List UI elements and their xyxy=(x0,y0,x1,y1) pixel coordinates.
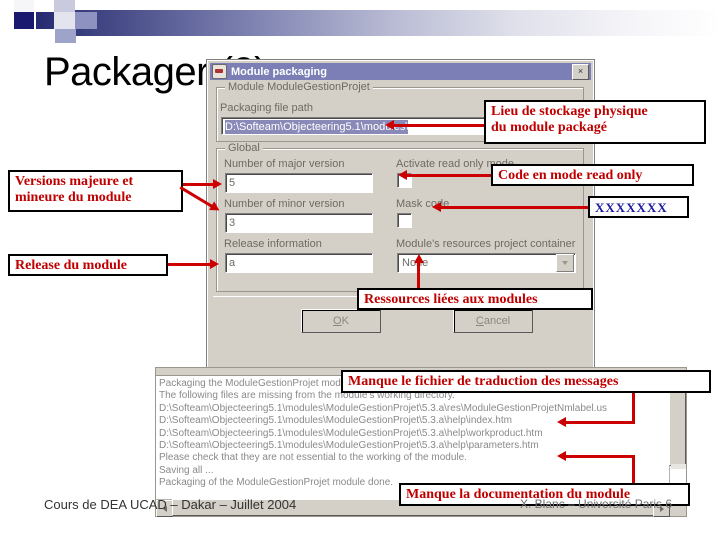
arrow-doc-head xyxy=(557,451,566,461)
arrow-translation-vline xyxy=(632,393,635,424)
ok-accel: O xyxy=(333,315,342,327)
major-version-label: Number of major version xyxy=(224,158,345,170)
vertical-scrollbar-track[interactable] xyxy=(671,464,686,469)
arrow-release-head xyxy=(210,259,219,269)
packaging-path-label: Packaging file path xyxy=(220,102,313,114)
log-line: Saving all ... xyxy=(159,464,214,476)
release-information-input[interactable]: a xyxy=(225,253,373,273)
ok-label-rest: K xyxy=(341,315,349,327)
arrow-resources-head xyxy=(414,254,424,263)
deco-square xyxy=(14,29,34,43)
arrow-read-only-head xyxy=(398,170,407,180)
footer-right-text: X. Blanc – Université Paris 6 xyxy=(520,497,673,511)
callout-storage-line1: Lieu de stockage physique xyxy=(491,104,648,119)
deco-square xyxy=(34,0,54,12)
footer-left-text: Cours de DEA UCAD – Dakar – Juillet 2004 xyxy=(44,497,297,512)
arrow-storage-head xyxy=(385,120,394,130)
ok-button[interactable]: OK xyxy=(301,309,381,333)
arrow-major-head xyxy=(213,179,222,189)
major-version-input[interactable]: 5 xyxy=(225,173,373,193)
log-text: Packaging the ModuleGestionProjet module… xyxy=(159,378,669,500)
module-group-legend: Module ModuleGestionProjet xyxy=(225,81,373,93)
deco-square xyxy=(14,0,34,12)
deco-square-dark xyxy=(14,12,34,29)
minor-version-input[interactable]: 3 xyxy=(225,213,373,233)
deco-square xyxy=(55,29,76,43)
log-line: D:\Softeam\Objecteering5.1\modules\Modul… xyxy=(159,440,539,452)
log-line: D:\Softeam\Objecteering5.1\modules\Modul… xyxy=(159,427,543,439)
cancel-label-rest: ancel xyxy=(483,315,511,327)
release-information-label: Release information xyxy=(224,238,322,250)
close-icon[interactable]: × xyxy=(572,63,589,80)
cancel-accel: C xyxy=(475,315,484,327)
callout-versions: Versions majeure et mineure du module xyxy=(8,170,183,212)
deco-square xyxy=(54,0,75,12)
dialog-titlebar[interactable]: Module packaging × xyxy=(210,63,591,80)
application-icon xyxy=(212,64,227,79)
cancel-button[interactable]: Cancel xyxy=(453,309,533,333)
deco-square xyxy=(34,29,55,43)
arrow-storage-line xyxy=(393,124,484,127)
header-gradient-band xyxy=(36,10,720,36)
callout-masked-code: XXXXXXX xyxy=(588,196,689,218)
arrow-doc-hline xyxy=(565,455,635,458)
log-line: D:\Softeam\Objecteering5.1\modules\Modul… xyxy=(159,402,608,414)
vertical-scrollbar-thumb[interactable] xyxy=(669,392,686,466)
arrow-major-line xyxy=(183,183,215,186)
callout-read-only: Code en mode read only xyxy=(491,164,694,186)
arrow-translation-head xyxy=(557,417,566,427)
arrow-release-line xyxy=(168,263,212,266)
callout-storage-location: Lieu de stockage physique du module pack… xyxy=(484,100,706,144)
callout-missing-translation-text: Manque le fichier de traduction des mess… xyxy=(348,374,619,389)
deco-square xyxy=(54,12,75,29)
callout-masked-code-text: XXXXXXX xyxy=(595,200,668,215)
arrow-translation-hline xyxy=(565,421,635,424)
arrow-masked-head xyxy=(432,202,441,212)
deco-square xyxy=(75,12,97,29)
arrow-masked-line xyxy=(440,206,588,209)
callout-storage-line2: du module packagé xyxy=(491,120,607,135)
deco-square xyxy=(0,0,14,43)
arrow-resources-line xyxy=(417,262,420,288)
log-vertical-scrollbar[interactable] xyxy=(669,376,687,500)
arrow-doc-vline xyxy=(632,455,635,483)
callout-read-only-text: Code en mode read only xyxy=(498,168,643,183)
dialog-title: Module packaging xyxy=(231,65,327,78)
callout-versions-line1: Versions majeure et xyxy=(15,174,134,189)
callout-missing-translation: Manque le fichier de traduction des mess… xyxy=(341,370,711,393)
resources-container-label: Module's resources project container xyxy=(396,238,576,250)
minor-version-label: Number of minor version xyxy=(224,198,345,210)
callout-release-text: Release du module xyxy=(15,258,127,273)
callout-resources-text: Ressources liées aux modules xyxy=(364,292,538,307)
chevron-down-icon[interactable] xyxy=(556,254,574,272)
callout-versions-line2: mineure du module xyxy=(15,190,132,205)
packaging-path-value: D:\Softeam\Objecteering5.1\modules\ xyxy=(225,120,409,134)
global-group-legend: Global xyxy=(225,142,263,154)
arrow-read-only-line xyxy=(406,174,491,177)
callout-resources: Ressources liées aux modules xyxy=(357,288,593,310)
callout-release: Release du module xyxy=(8,254,168,276)
mask-code-checkbox[interactable] xyxy=(397,213,412,228)
